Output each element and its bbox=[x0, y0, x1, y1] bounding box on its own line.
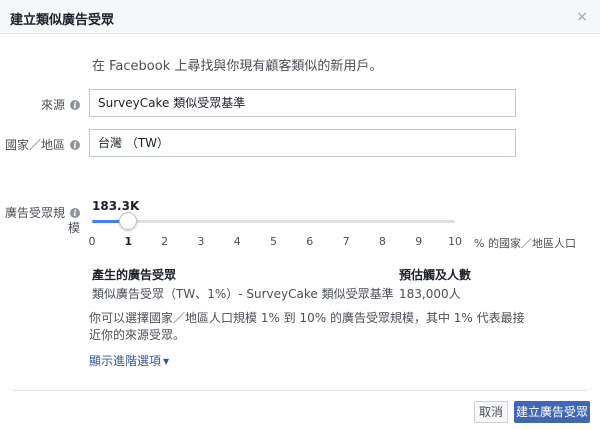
slider-tick-4[interactable]: 4 bbox=[227, 235, 247, 248]
audience-size-label-line1: 廣告受眾規 bbox=[4, 206, 65, 220]
country-input[interactable]: 台灣 （TW） bbox=[89, 129, 516, 157]
close-icon[interactable]: × bbox=[576, 9, 588, 25]
slider-tick-3[interactable]: 3 bbox=[191, 235, 211, 248]
info-icon[interactable]: i bbox=[70, 100, 80, 110]
slider-handle[interactable] bbox=[119, 212, 138, 230]
slider-value: 183.3K bbox=[92, 199, 140, 213]
dialog-header: 建立類似廣告受眾 × bbox=[0, 0, 600, 34]
slider-tick-10[interactable]: 10 bbox=[445, 235, 465, 248]
slider-tick-9[interactable]: 9 bbox=[409, 235, 429, 248]
slider-tick-6[interactable]: 6 bbox=[300, 235, 320, 248]
source-input[interactable]: SurveyCake 類似受眾基準 bbox=[89, 89, 516, 117]
footer-divider bbox=[12, 390, 588, 391]
slider-tick-2[interactable]: 2 bbox=[155, 235, 175, 248]
show-advanced-options-link[interactable]: 顯示進階選項 ▼ bbox=[89, 352, 169, 369]
dialog-title: 建立類似廣告受眾 bbox=[10, 13, 115, 28]
slider-tick-8[interactable]: 8 bbox=[372, 235, 392, 248]
slider-tick-5[interactable]: 5 bbox=[264, 235, 284, 248]
audience-size-label-line2: 模 bbox=[67, 221, 80, 235]
info-icon[interactable]: i bbox=[70, 208, 80, 218]
slider-tick-7[interactable]: 7 bbox=[336, 235, 356, 248]
intro-text: 在 Facebook 上尋找與你現有顧客類似的新用戶。 bbox=[92, 59, 383, 74]
info-icon[interactable]: i bbox=[70, 140, 80, 150]
advanced-link-text: 顯示進階選項 bbox=[89, 354, 162, 368]
generated-audience-header: 產生的廣告受眾 bbox=[92, 268, 177, 282]
country-label-text: 國家／地區 bbox=[4, 138, 65, 152]
cancel-button[interactable]: 取消 bbox=[474, 401, 508, 423]
source-label-text: 來源 bbox=[40, 98, 65, 112]
slider-tick-0[interactable]: 0 bbox=[82, 235, 102, 248]
create-audience-button[interactable]: 建立廣告受眾 bbox=[514, 401, 590, 423]
estimated-reach-value: 183,000人 bbox=[399, 287, 461, 301]
estimated-reach-header: 預估觸及人數 bbox=[399, 268, 472, 282]
generated-audience-value: 類似廣告受眾（TW、1%）- SurveyCake 類似受眾基準 bbox=[92, 287, 394, 301]
country-label: 國家／地區 i bbox=[5, 136, 80, 153]
source-label: 來源 i bbox=[41, 96, 80, 113]
caret-down-icon: ▼ bbox=[163, 357, 170, 366]
help-text: 你可以選擇國家／地區人口規模 1% 到 10% 的廣告受眾規模，其中 1% 代表… bbox=[89, 311, 525, 342]
slider-track[interactable] bbox=[92, 220, 455, 223]
slider-tick-1[interactable]: 1 bbox=[118, 235, 138, 248]
audience-size-label: 廣告受眾規 i 模 bbox=[5, 206, 80, 236]
slider-unit-label: % 的國家／地區人口 bbox=[474, 237, 576, 250]
